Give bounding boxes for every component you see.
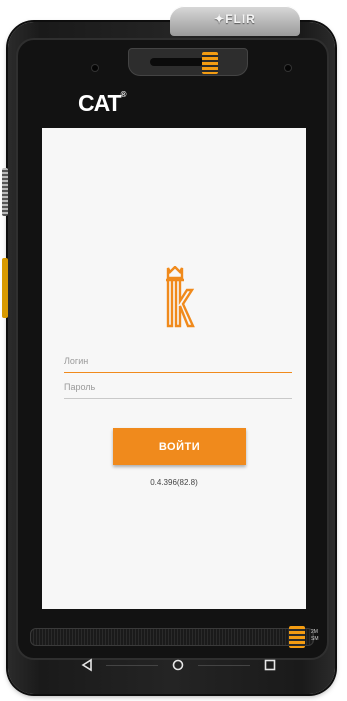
navigation-bar bbox=[62, 652, 302, 678]
nav-divider bbox=[198, 665, 250, 666]
proximity-sensor-dot bbox=[285, 65, 291, 71]
back-button[interactable] bbox=[72, 652, 102, 678]
bottom-hardware-tab bbox=[289, 626, 305, 648]
sim-label-1: 2M bbox=[311, 629, 318, 635]
bottom-speaker-grill bbox=[30, 628, 314, 646]
login-input[interactable] bbox=[64, 350, 292, 373]
sim-slot-labels: 2M SM bbox=[311, 629, 319, 643]
nav-divider bbox=[106, 665, 158, 666]
earpiece-speaker bbox=[150, 58, 204, 66]
back-triangle-icon bbox=[81, 658, 92, 672]
password-input[interactable] bbox=[64, 376, 292, 399]
top-hardware-tab bbox=[202, 52, 218, 74]
login-button[interactable]: ВОЙТИ bbox=[113, 428, 246, 465]
front-camera-dot bbox=[92, 65, 98, 71]
recent-apps-button[interactable] bbox=[255, 652, 285, 678]
home-button[interactable] bbox=[163, 652, 193, 678]
app-screen: ВОЙТИ 0.4.396(82.8) bbox=[42, 128, 306, 609]
side-programmable-button[interactable] bbox=[2, 258, 8, 318]
app-version-label: 0.4.396(82.8) bbox=[150, 478, 198, 487]
sim-label-2: SM bbox=[311, 636, 319, 642]
recent-square-icon bbox=[264, 659, 276, 671]
cat-brand-logo: CAT® bbox=[78, 90, 126, 116]
home-circle-icon bbox=[172, 659, 184, 671]
flir-logo: ✦FLIR bbox=[214, 12, 256, 26]
tower-k-logo-icon bbox=[166, 266, 195, 328]
side-grip-button bbox=[2, 168, 8, 216]
